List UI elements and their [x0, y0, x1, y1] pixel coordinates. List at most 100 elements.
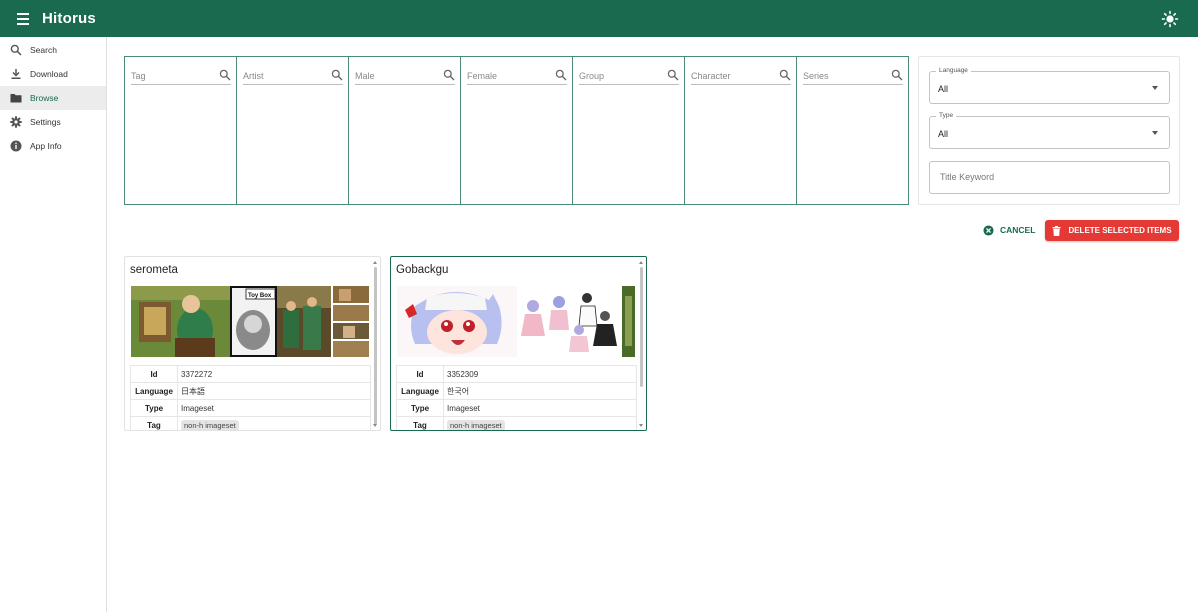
filter-column-character	[685, 57, 797, 204]
male-filter-field[interactable]	[355, 68, 455, 85]
search-icon[interactable]	[891, 69, 903, 81]
gallery-thumbnails	[397, 286, 635, 357]
language-select[interactable]: Language All	[929, 67, 1170, 104]
sidebar-item-app-info[interactable]: App Info	[0, 134, 106, 158]
type-select[interactable]: Type All	[929, 112, 1170, 149]
menu-button[interactable]	[12, 8, 34, 30]
language-key: Language	[396, 382, 444, 400]
download-icon	[11, 69, 21, 79]
tag-chip[interactable]: non-h imageset	[181, 419, 239, 430]
gear-icon	[10, 116, 22, 128]
series-filter-field[interactable]	[803, 68, 903, 85]
thumbnail-strip	[397, 286, 635, 357]
table-row: Id 3372272	[130, 365, 371, 383]
search-icon[interactable]	[219, 69, 231, 81]
title-keyword-input[interactable]	[940, 172, 1140, 182]
search-icon[interactable]	[667, 69, 679, 81]
type-key: Type	[130, 399, 178, 417]
sidebar-item-label: Search	[30, 45, 57, 55]
character-filter-field[interactable]	[691, 68, 791, 85]
gallery-title: Gobackgu	[396, 264, 449, 276]
dropdown-arrow-icon	[1152, 131, 1158, 135]
menu-icon-line	[17, 22, 29, 25]
brightness-icon[interactable]	[1160, 9, 1180, 29]
card-scrollbar[interactable]	[639, 261, 644, 427]
table-row: Tag non-h imageset	[396, 416, 637, 430]
scrollbar-thumb[interactable]	[374, 267, 377, 425]
menu-icon-line	[17, 17, 29, 20]
filter-column-series	[797, 57, 908, 204]
gallery-card[interactable]: serometa Toy Box Id 3372272 Language 日本語…	[124, 256, 381, 431]
info-icon	[10, 140, 22, 152]
id-value: 3352309	[443, 365, 637, 383]
gallery-info-table: Id 3372272 Language 日本語 Type Imageset Tag no…	[130, 365, 371, 430]
sidebar-item-label: Settings	[30, 117, 61, 127]
search-icon[interactable]	[331, 69, 343, 81]
language-value: 日本語	[177, 382, 371, 400]
cancel-button-label: CANCEL	[1000, 225, 1036, 235]
search-icon	[10, 44, 22, 56]
scroll-up-arrow-icon[interactable]	[373, 261, 377, 264]
table-row: Language 한국어	[396, 382, 637, 400]
table-row: Type Imageset	[130, 399, 371, 417]
search-icon[interactable]	[443, 69, 455, 81]
tag-key: Tag	[130, 416, 178, 430]
scrollbar-thumb[interactable]	[640, 267, 643, 387]
delete-button-label: DELETE SELECTED ITEMS	[1068, 226, 1172, 235]
sidebar-item-search[interactable]: Search	[0, 38, 106, 62]
female-filter-input[interactable]	[467, 71, 547, 81]
menu-icon-line	[17, 12, 29, 15]
search-icon[interactable]	[779, 69, 791, 81]
tag-key: Tag	[396, 416, 444, 430]
artist-filter-field[interactable]	[243, 68, 343, 85]
delete-selected-button[interactable]: DELETE SELECTED ITEMS	[1045, 220, 1179, 241]
tag-filter-input[interactable]	[131, 71, 211, 81]
sidebar: Search Download Browse Settings App Info	[0, 37, 107, 612]
id-key: Id	[130, 365, 178, 383]
gallery-thumbnails: Toy Box	[131, 286, 369, 357]
sidebar-item-label: App Info	[30, 141, 62, 151]
language-key: Language	[130, 382, 178, 400]
type-select-label: Type	[936, 112, 957, 119]
sidebar-item-settings[interactable]: Settings	[0, 110, 106, 134]
type-select-value: All	[938, 129, 949, 139]
language-select-label: Language	[936, 67, 971, 74]
table-row: Tag non-h imageset	[130, 416, 371, 430]
gallery-title: serometa	[130, 264, 178, 276]
scroll-down-arrow-icon[interactable]	[373, 424, 377, 427]
id-key: Id	[396, 365, 444, 383]
gallery-card-selected[interactable]: Gobackgu Id 3352309 Language 한국어 Type Im…	[390, 256, 647, 431]
type-value: Imageset	[443, 399, 637, 417]
artist-filter-input[interactable]	[243, 71, 323, 81]
table-row: Id 3352309	[396, 365, 637, 383]
tag-filter-field[interactable]	[131, 68, 231, 85]
sidebar-item-download[interactable]: Download	[0, 62, 106, 86]
sidebar-item-browse[interactable]: Browse	[0, 86, 106, 110]
scroll-down-arrow-icon[interactable]	[639, 424, 643, 427]
sidebar-item-label: Browse	[30, 93, 59, 103]
tag-chip[interactable]: non-h imageset	[447, 419, 505, 430]
app-bar: Hitorus	[0, 0, 1198, 37]
cancel-button[interactable]: CANCEL	[979, 221, 1039, 239]
title-keyword-field[interactable]	[929, 161, 1170, 194]
table-row: Type Imageset	[396, 399, 637, 417]
folder-icon	[10, 94, 22, 103]
table-row: Language 日本語	[130, 382, 371, 400]
female-filter-field[interactable]	[467, 68, 567, 85]
options-panel: Language All Type All	[918, 56, 1180, 205]
scroll-up-arrow-icon[interactable]	[639, 261, 643, 264]
language-select-value: All	[938, 84, 949, 94]
dropdown-arrow-icon	[1152, 86, 1158, 90]
male-filter-input[interactable]	[355, 71, 435, 81]
search-icon[interactable]	[555, 69, 567, 81]
group-filter-field[interactable]	[579, 68, 679, 85]
character-filter-input[interactable]	[691, 71, 771, 81]
id-value: 3372272	[177, 365, 371, 383]
group-filter-input[interactable]	[579, 71, 659, 81]
app-title: Hitorus	[42, 10, 96, 27]
series-filter-input[interactable]	[803, 71, 883, 81]
type-value: Imageset	[177, 399, 371, 417]
filter-column-group	[573, 57, 685, 204]
card-scrollbar[interactable]	[373, 261, 378, 427]
trash-icon	[1052, 225, 1061, 236]
